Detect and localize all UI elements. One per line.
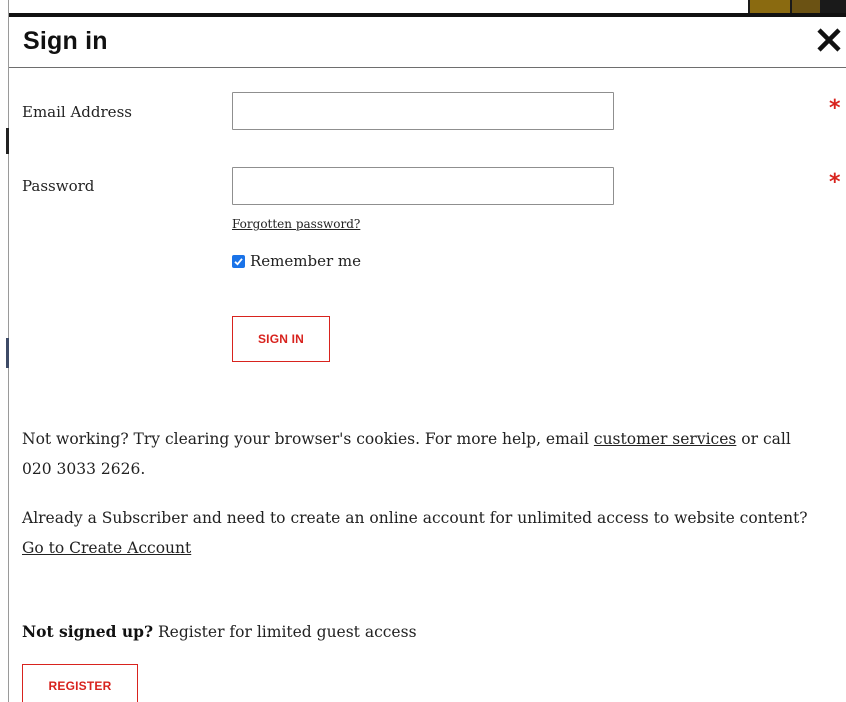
email-required-marker: * <box>829 96 841 121</box>
register-description: Register for limited guest access <box>153 623 417 641</box>
sign-in-button[interactable]: SIGN IN <box>232 316 330 362</box>
modal-header: Sign in <box>9 17 846 68</box>
close-button[interactable] <box>815 25 843 55</box>
create-account-link[interactable]: Go to Create Account <box>22 539 191 557</box>
modal-title: Sign in <box>23 27 108 55</box>
subscriber-description: Already a Subscriber and need to create … <box>22 509 808 527</box>
forgot-password-link[interactable]: Forgotten password? <box>232 217 360 231</box>
close-icon <box>817 28 841 52</box>
subscriber-text: Already a Subscriber and need to create … <box>22 503 812 563</box>
background-page-left-edge <box>0 0 9 702</box>
remember-me-checkbox[interactable] <box>232 254 245 268</box>
email-field[interactable] <box>232 92 614 130</box>
password-required-marker: * <box>829 170 841 195</box>
register-text: Not signed up? Register for limited gues… <box>22 617 812 647</box>
not-signed-up-label: Not signed up? <box>22 622 154 641</box>
help-text-before: Not working? Try clearing your browser's… <box>22 430 594 448</box>
help-text: Not working? Try clearing your browser's… <box>22 424 812 484</box>
password-field[interactable] <box>232 167 614 205</box>
remember-me-row[interactable]: Remember me <box>232 252 361 270</box>
checkmark-icon <box>234 257 243 266</box>
remember-me-label: Remember me <box>250 252 362 270</box>
password-label: Password <box>22 177 95 195</box>
email-label: Email Address <box>22 103 132 121</box>
customer-services-link[interactable]: customer services <box>594 430 736 448</box>
register-button[interactable]: REGISTER <box>22 664 138 702</box>
sign-in-modal: Sign in Email Address * Password * Forgo… <box>9 13 846 702</box>
